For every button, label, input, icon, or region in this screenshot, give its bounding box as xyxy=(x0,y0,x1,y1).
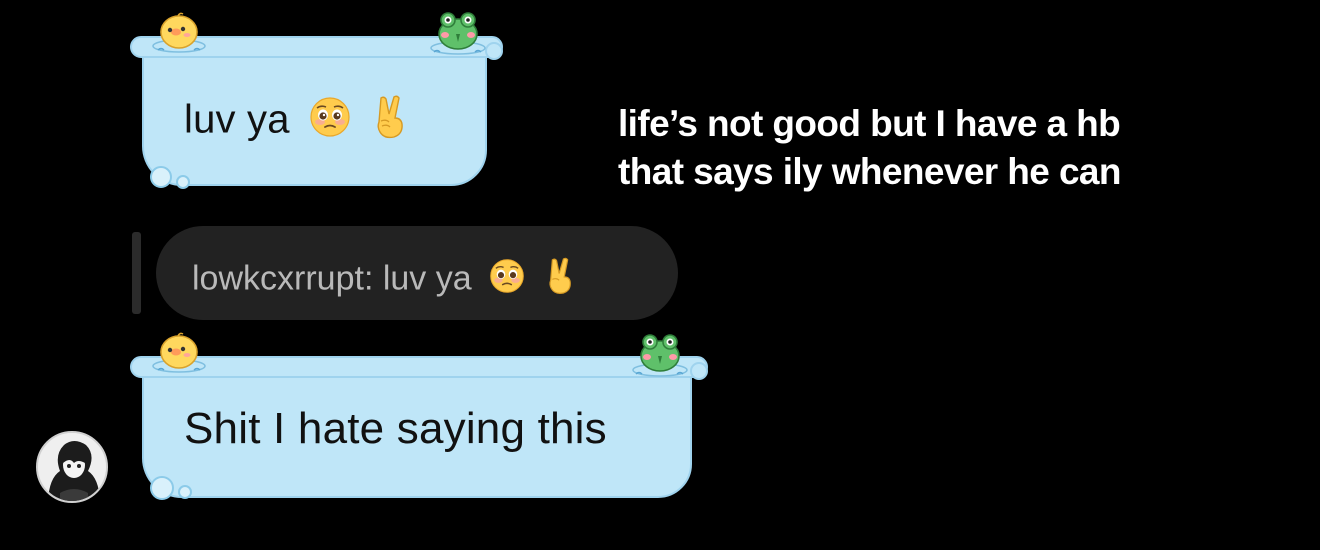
pleading-face-icon xyxy=(489,258,525,303)
bubble-rim xyxy=(130,356,708,380)
caption-line-1: life’s not good but I have a hb xyxy=(618,103,1121,144)
chat-screen: luv ya life’s not good but I have a hb t… xyxy=(0,0,1320,550)
victory-hand-icon xyxy=(543,256,577,305)
chick-icon xyxy=(150,10,208,59)
victory-hand-icon xyxy=(370,94,410,150)
message-text: luv ya xyxy=(184,94,410,150)
frog-icon xyxy=(630,330,690,383)
reply-separator: : xyxy=(363,259,383,298)
reply-sender: lowkcxrrupt xyxy=(192,259,364,298)
reply-text: lowkcxrrupt: luv ya xyxy=(192,256,577,305)
reply-indicator-bar xyxy=(132,232,141,314)
chick-icon xyxy=(150,330,208,379)
avatar-portrait-icon xyxy=(38,433,106,501)
pleading-face-icon xyxy=(309,96,351,148)
soap-bubble-icon xyxy=(178,485,192,499)
caption-line-2: that says ily whenever he can xyxy=(618,151,1122,192)
message-bubble[interactable]: luv ya xyxy=(130,36,503,186)
avatar[interactable] xyxy=(36,431,108,503)
soap-bubble-icon xyxy=(176,175,190,189)
reply-preview[interactable]: lowkcxrrupt: luv ya xyxy=(156,226,678,320)
reply-quoted-text: luv ya xyxy=(382,259,472,298)
frog-icon xyxy=(428,8,488,61)
message-bubble[interactable]: Shit I hate saying this xyxy=(130,356,708,498)
caption-overlay: life’s not good but I have a hb that say… xyxy=(618,100,1122,196)
soap-bubble-icon xyxy=(150,166,172,188)
message-text: Shit I hate saying this xyxy=(184,404,607,453)
soap-bubble-icon xyxy=(150,476,174,500)
